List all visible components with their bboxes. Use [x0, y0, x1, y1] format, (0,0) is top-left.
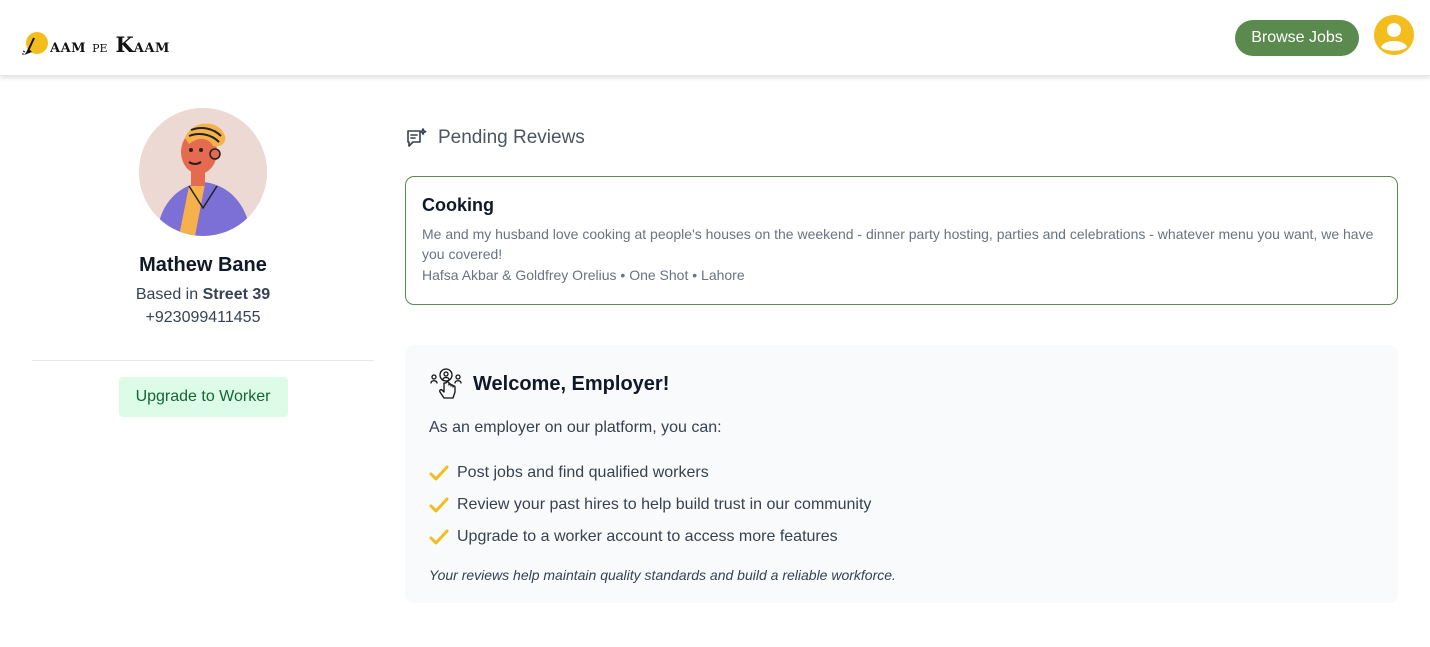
- chat-review-icon: [407, 128, 427, 147]
- welcome-header: Welcome, Employer!: [429, 367, 1374, 401]
- logo-text-k: K: [115, 32, 134, 57]
- checkmark-icon: [429, 465, 449, 481]
- hire-pointer-icon: [430, 368, 462, 399]
- profile-divider: [32, 360, 374, 361]
- logo-text-kaam: AAM: [133, 41, 170, 56]
- benefit-text: Post jobs and find qualified workers: [457, 464, 709, 481]
- list-item: Review your past hires to help build tru…: [429, 489, 1374, 521]
- checkmark-icon: [429, 529, 449, 545]
- user-circle-icon: [1374, 15, 1414, 55]
- profile-location: Based in Street 39: [32, 286, 374, 304]
- profile-avatar: [139, 108, 267, 236]
- pending-review-card[interactable]: Cooking Me and my husband love cooking a…: [405, 176, 1398, 305]
- brand-logo[interactable]: AAM PE K AAM: [20, 22, 170, 57]
- profile-card: Mathew Bane Based in Street 39 +92309941…: [32, 108, 374, 417]
- welcome-panel: Welcome, Employer! As an employer on our…: [405, 345, 1398, 603]
- checkmark-icon: [429, 497, 449, 513]
- review-job-meta: Hafsa Akbar & Goldfrey Orelius • One Sho…: [422, 267, 745, 283]
- benefit-text: Upgrade to a worker account to access mo…: [457, 528, 838, 545]
- welcome-title: Welcome, Employer!: [473, 372, 670, 395]
- upgrade-to-worker-button[interactable]: Upgrade to Worker: [118, 377, 288, 417]
- benefit-text: Review your past hires to help build tru…: [457, 496, 872, 513]
- location-value: Street 39: [202, 286, 271, 303]
- broom-logo-icon: [22, 32, 48, 55]
- browse-jobs-button[interactable]: Browse Jobs: [1235, 20, 1359, 56]
- logo-text-pe: PE: [92, 42, 108, 55]
- profile-phone: +923099411455: [145, 309, 261, 326]
- pending-reviews-title: Pending Reviews: [438, 127, 585, 148]
- welcome-intro: As an employer on our platform, you can:: [429, 419, 722, 436]
- top-navbar: AAM PE K AAM Browse Jobs: [0, 0, 1430, 76]
- based-in-label: Based in: [135, 286, 199, 303]
- logo-text-daam: AAM: [50, 41, 87, 56]
- profile-name: Mathew Bane: [139, 254, 267, 276]
- pending-reviews-header: Pending Reviews: [405, 126, 585, 150]
- list-item: Post jobs and find qualified workers: [429, 457, 1374, 489]
- person-illustration-icon: [139, 108, 267, 236]
- user-menu-button[interactable]: [1374, 15, 1414, 55]
- welcome-note: Your reviews help maintain quality stand…: [429, 567, 896, 583]
- list-item: Upgrade to a worker account to access mo…: [429, 521, 1374, 553]
- benefits-list: Post jobs and find qualified workers Rev…: [429, 457, 1374, 553]
- review-job-title: Cooking: [422, 195, 494, 215]
- review-job-description: Me and my husband love cooking at people…: [422, 226, 1374, 262]
